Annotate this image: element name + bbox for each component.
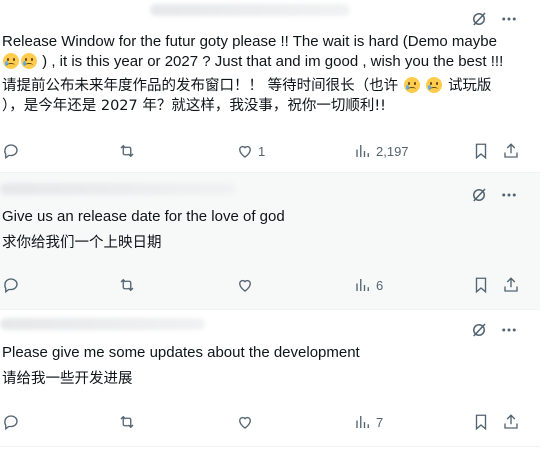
post-2-english: Give us an release date for the love of … [2,208,285,225]
like-count: 1 [258,143,266,159]
heart-icon [239,279,251,292]
views-count: 2,197 [376,143,409,159]
post-1-english: Release Window for the futur goty please… [2,32,517,72]
blurred-author-line [0,183,236,195]
more-dots-icon[interactable] [500,321,518,339]
post-1-top-actions [470,10,518,28]
post-3-chinese: 请给我一些开发进展 [2,371,133,387]
post-3-top-actions [470,321,518,339]
views-button[interactable]: 7 [354,410,383,434]
like-button[interactable]: 1 [236,139,265,163]
crying-emoji-icon [21,53,37,69]
crying-emoji-icon [403,77,420,93]
post-1-cn-line2: ），是今年还是 2027 年？就这样，我没事，祝你一切顺利!! [2,98,386,114]
reply-button[interactable] [2,273,20,297]
blurred-author-line [150,4,350,16]
views-count: 6 [376,277,384,293]
bookmark-icon [475,414,487,431]
bookmark-button[interactable] [472,139,490,163]
bookmark-button[interactable] [472,273,490,297]
views-bar-icon [356,416,369,428]
post-3-actions: 7 [0,410,530,434]
more-dots-icon[interactable] [500,186,518,204]
post-2-actions: 6 [0,273,530,297]
heart-icon [239,145,251,158]
post-3-text: Please give me some updates about the de… [2,343,517,389]
views-bar-icon [356,145,369,157]
post-1-cn-line1: 请提前公布未来年度作品的发布窗口！！ 等待时间很长（也许 [2,78,399,94]
grok-slash-icon[interactable] [470,186,488,204]
post-1-cn-line1b: 试玩版 [447,78,492,94]
post-3[interactable]: Please give me some updates about the de… [0,310,540,446]
views-button[interactable]: 6 [354,273,383,297]
post-1-actions: 1 2,197 [0,139,530,163]
post-1[interactable]: Release Window for the futur goty please… [0,0,540,172]
share-icon [504,277,518,292]
like-button[interactable] [236,410,254,434]
grok-slash-icon[interactable] [470,10,488,28]
repost-icon [120,415,134,429]
more-dots-icon[interactable] [500,10,518,28]
reply-icon [4,278,18,294]
share-icon [504,414,518,429]
blurred-author-line [0,318,205,330]
post-1-en-line2: ) , it is this year or 2027 ? Just that … [42,53,504,70]
post-1-en-line1: Release Window for the futur goty please… [2,33,497,50]
share-button[interactable] [502,139,520,163]
repost-button[interactable] [118,410,136,434]
reply-icon [4,144,18,160]
post-2-top-actions [470,186,518,204]
heart-icon [239,416,251,429]
like-button[interactable] [236,273,254,297]
post-2[interactable]: Give us an release date for the love of … [0,173,540,309]
post-2-text: Give us an release date for the love of … [2,207,517,253]
grok-slash-icon[interactable] [470,321,488,339]
share-button[interactable] [502,410,520,434]
views-bar-icon [356,279,369,291]
reply-icon [4,415,18,431]
views-count: 7 [376,414,384,430]
reply-button[interactable] [2,139,20,163]
share-icon [504,143,518,158]
divider [0,446,540,447]
post-2-chinese: 求你给我们一个上映日期 [2,235,162,251]
repost-button[interactable] [118,273,136,297]
repost-icon [120,278,134,292]
views-button[interactable]: 2,197 [354,139,409,163]
post-3-english: Please give me some updates about the de… [2,344,360,361]
crying-emoji-icon [3,53,19,69]
repost-button[interactable] [118,139,136,163]
reply-button[interactable] [2,410,20,434]
bookmark-icon [475,143,487,160]
bookmark-icon [475,277,487,294]
crying-emoji-icon [426,77,443,93]
bookmark-button[interactable] [472,410,490,434]
share-button[interactable] [502,273,520,297]
repost-icon [120,144,134,158]
post-1-text: Release Window for the futur goty please… [2,32,517,116]
post-1-chinese: 请提前公布未来年度作品的发布窗口！！ 等待时间很长（也许 试玩版 ），是今年还是… [2,76,517,116]
